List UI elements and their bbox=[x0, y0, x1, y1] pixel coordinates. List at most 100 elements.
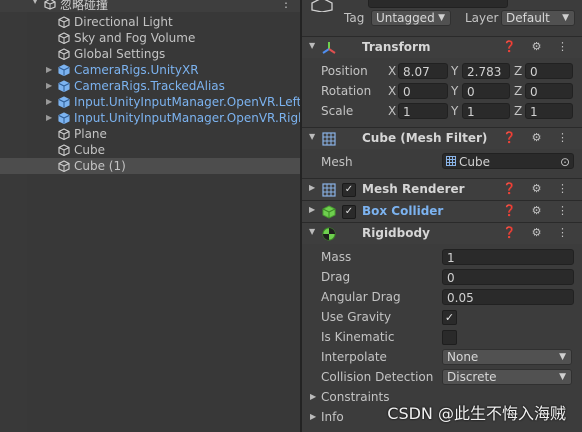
hierarchy-item[interactable]: Plane bbox=[0, 126, 300, 142]
rotation-y-label[interactable]: Y bbox=[451, 84, 458, 98]
hierarchy-item-label: Plane bbox=[74, 127, 107, 141]
is-kinematic-checkbox[interactable] bbox=[442, 330, 457, 345]
scale-x-field[interactable]: 1 bbox=[398, 103, 448, 119]
use-gravity-checkbox[interactable]: ✓ bbox=[442, 310, 457, 325]
prefab-cube-icon bbox=[58, 112, 70, 124]
mass-label: Mass bbox=[321, 250, 352, 264]
mesh-renderer-header[interactable]: ▶ ✓ Mesh Renderer ❓ ⚙ ⋮ bbox=[302, 178, 582, 200]
scale-z-field[interactable]: 1 bbox=[525, 103, 573, 119]
rotation-z-field[interactable]: 0 bbox=[525, 83, 573, 99]
gameobject-cube-icon bbox=[58, 32, 70, 44]
position-z-label[interactable]: Z bbox=[514, 64, 522, 78]
rotation-z-label[interactable]: Z bbox=[514, 84, 522, 98]
scene-menu-icon[interactable]: ⋮ bbox=[280, 0, 292, 10]
hierarchy-item-label: Cube bbox=[74, 143, 105, 157]
constraints-fold-arrow-icon[interactable]: ▶ bbox=[310, 392, 316, 401]
interpolate-dropdown[interactable]: None ▼ bbox=[442, 349, 572, 365]
mesh-renderer-title: Mesh Renderer bbox=[362, 182, 465, 196]
fold-arrow-icon[interactable]: ▼ bbox=[309, 132, 315, 141]
expand-arrow-icon[interactable]: ▶ bbox=[46, 62, 56, 78]
component-header-icons[interactable]: ❓ ⚙ ⋮ bbox=[502, 204, 574, 217]
hierarchy-item[interactable]: Global Settings bbox=[0, 46, 300, 62]
hierarchy-item[interactable]: Cube (1) bbox=[0, 158, 300, 174]
collision-detection-dropdown[interactable]: Discrete ▼ bbox=[442, 369, 572, 385]
use-gravity-label: Use Gravity bbox=[321, 310, 392, 324]
prefab-cube-icon bbox=[58, 80, 70, 92]
hierarchy-panel: ▼ 忽略碰撞 ⋮ Directional Light Sky and Fog Vo… bbox=[0, 0, 300, 432]
hierarchy-item-label: Sky and Fog Volume bbox=[74, 31, 196, 45]
drag-field[interactable]: 0 bbox=[442, 269, 574, 285]
box-collider-icon bbox=[322, 205, 336, 219]
mesh-renderer-enabled-checkbox[interactable]: ✓ bbox=[342, 183, 356, 197]
hierarchy-item[interactable]: Sky and Fog Volume bbox=[0, 30, 300, 46]
position-z-field[interactable]: 0 bbox=[525, 63, 573, 79]
gameobject-cube-icon bbox=[58, 48, 70, 60]
scale-x-label[interactable]: X bbox=[388, 104, 396, 118]
component-header-icons[interactable]: ❓ ⚙ ⋮ bbox=[502, 40, 574, 53]
rotation-y-field[interactable]: 0 bbox=[462, 83, 510, 99]
box-collider-enabled-checkbox[interactable]: ✓ bbox=[342, 205, 356, 219]
info-fold-arrow-icon[interactable]: ▶ bbox=[310, 412, 316, 421]
constraints-label[interactable]: Constraints bbox=[321, 390, 389, 404]
fold-arrow-icon[interactable]: ▶ bbox=[309, 205, 315, 214]
scale-z-label[interactable]: Z bbox=[514, 104, 522, 118]
angular-drag-field[interactable]: 0.05 bbox=[442, 289, 574, 305]
component-header-icons[interactable]: ❓ ⚙ ⋮ bbox=[502, 226, 574, 239]
hierarchy-item[interactable]: ▶ Input.UnityInputManager.OpenVR.LeftCo bbox=[0, 94, 300, 110]
position-x-field[interactable]: 8.07 bbox=[398, 63, 448, 79]
scale-y-field[interactable]: 1 bbox=[462, 103, 510, 119]
rigidbody-title: Rigidbody bbox=[362, 226, 430, 240]
rotation-x-label[interactable]: X bbox=[388, 84, 396, 98]
fold-arrow-icon[interactable]: ▼ bbox=[309, 41, 315, 50]
mesh-object-field[interactable]: Cube ⊙ bbox=[442, 153, 574, 169]
transform-header[interactable]: ▼ Transform ❓ ⚙ ⋮ bbox=[302, 36, 582, 58]
mesh-grid-icon bbox=[322, 132, 336, 146]
gameobject-cube-icon bbox=[58, 160, 70, 172]
position-x-label[interactable]: X bbox=[388, 64, 396, 78]
transform-title: Transform bbox=[362, 40, 431, 54]
layer-label: Layer bbox=[465, 11, 499, 25]
position-y-field[interactable]: 2.783 bbox=[462, 63, 510, 79]
collapse-arrow-icon[interactable]: ▼ bbox=[32, 0, 38, 5]
prefab-cube-icon bbox=[58, 64, 70, 76]
rigidbody-header[interactable]: ▼ Rigidbody ❓ ⚙ ⋮ bbox=[302, 222, 582, 244]
hierarchy-item-label: Input.UnityInputManager.OpenVR.LeftCo bbox=[74, 95, 300, 109]
component-header-icons[interactable]: ❓ ⚙ ⋮ bbox=[502, 131, 574, 144]
collision-detection-value: Discrete bbox=[447, 370, 497, 384]
mesh-renderer-icon bbox=[322, 183, 336, 197]
chevron-down-icon: ▼ bbox=[559, 372, 566, 382]
layer-dropdown[interactable]: Default ▼ bbox=[501, 10, 575, 26]
unity-scene-icon bbox=[44, 0, 56, 10]
mass-field[interactable]: 1 bbox=[442, 249, 574, 265]
hierarchy-item[interactable]: Directional Light bbox=[0, 14, 300, 30]
chevron-down-icon: ▼ bbox=[438, 13, 445, 23]
box-collider-header[interactable]: ▶ ✓ Box Collider ❓ ⚙ ⋮ bbox=[302, 200, 582, 222]
hierarchy-item[interactable]: ▶ CameraRigs.UnityXR bbox=[0, 62, 300, 78]
tag-value: Untagged bbox=[376, 11, 435, 25]
hierarchy-item[interactable]: ▶ Input.UnityInputManager.OpenVR.RightC bbox=[0, 110, 300, 126]
hierarchy-item-label: Directional Light bbox=[74, 15, 173, 29]
fold-arrow-icon[interactable]: ▼ bbox=[309, 227, 315, 236]
expand-arrow-icon[interactable]: ▶ bbox=[46, 78, 56, 94]
mesh-value: Cube bbox=[459, 155, 490, 169]
info-label[interactable]: Info bbox=[321, 410, 344, 424]
object-name-field[interactable] bbox=[368, 0, 508, 8]
position-y-label[interactable]: Y bbox=[451, 64, 458, 78]
rotation-x-field[interactable]: 0 bbox=[398, 83, 448, 99]
component-header-icons[interactable]: ❓ ⚙ ⋮ bbox=[502, 182, 574, 195]
object-picker-icon[interactable]: ⊙ bbox=[560, 154, 570, 168]
scene-name: 忽略碰撞 bbox=[60, 0, 109, 12]
rotation-label: Rotation bbox=[321, 84, 372, 98]
mesh-grid-icon bbox=[446, 156, 456, 166]
scale-y-label[interactable]: Y bbox=[451, 104, 458, 118]
tag-dropdown[interactable]: Untagged ▼ bbox=[371, 10, 451, 26]
expand-arrow-icon[interactable]: ▶ bbox=[46, 110, 56, 126]
scene-header[interactable]: ▼ 忽略碰撞 ⋮ bbox=[0, 0, 300, 12]
hierarchy-item[interactable]: ▶ CameraRigs.TrackedAlias bbox=[0, 78, 300, 94]
mesh-filter-header[interactable]: ▼ Cube (Mesh Filter) ❓ ⚙ ⋮ bbox=[302, 127, 582, 149]
hierarchy-item[interactable]: Cube bbox=[0, 142, 300, 158]
fold-arrow-icon[interactable]: ▶ bbox=[309, 183, 315, 192]
gameobject-cube-icon bbox=[58, 144, 70, 156]
expand-arrow-icon[interactable]: ▶ bbox=[46, 94, 56, 110]
hierarchy-item-label: Global Settings bbox=[74, 47, 166, 61]
